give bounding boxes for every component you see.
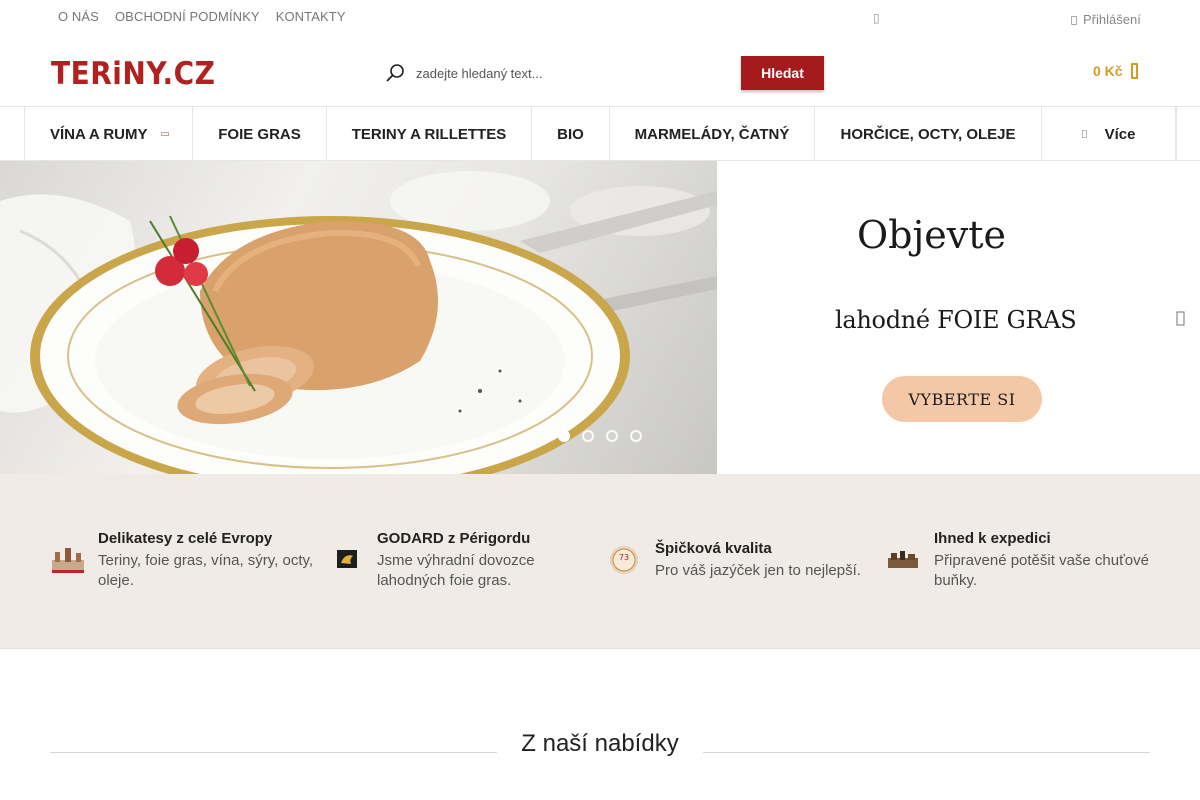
nav-more-label: Více bbox=[1104, 125, 1136, 143]
login-link[interactable]: Přihlášení bbox=[1071, 12, 1141, 27]
benefit-text: Pro váš jazýček jen to nejlepší. bbox=[655, 562, 861, 579]
hero-headline: Objevte bbox=[857, 213, 1006, 257]
top-link-about[interactable]: O NÁS bbox=[58, 9, 99, 24]
benefit-title: Špičková kvalita bbox=[655, 540, 772, 557]
godard-logo-icon bbox=[337, 550, 357, 568]
carousel-dot-4[interactable] bbox=[630, 430, 642, 442]
carousel-dot-3[interactable] bbox=[606, 430, 618, 442]
nav-item-more[interactable]: Více bbox=[1042, 107, 1176, 161]
hero-carousel: Objevte lahodné FOIE GRAS VYBERTE SI bbox=[0, 161, 1200, 474]
nav-item-jams[interactable]: MARMELÁDY, ČATNÝ bbox=[610, 107, 815, 161]
benefit-title: Delikatesy z celé Evropy bbox=[98, 530, 273, 547]
nav-item-wines[interactable]: VÍNA A RUMY bbox=[24, 107, 193, 161]
more-icon bbox=[1081, 130, 1087, 138]
cart-amount: 0 Kč bbox=[1093, 63, 1123, 79]
hero-image bbox=[0, 161, 717, 474]
site-logo[interactable]: TERiNY.CZ bbox=[51, 55, 215, 92]
carousel-dot-1[interactable] bbox=[558, 430, 570, 442]
nav-item-label: FOIE GRAS bbox=[218, 125, 301, 143]
nav-item-label: HORČICE, OCTY, OLEJE bbox=[840, 125, 1016, 143]
nav-item-label: MARMELÁDY, ČATNÝ bbox=[634, 125, 790, 143]
nav-item-foie-gras[interactable]: FOIE GRAS bbox=[193, 107, 327, 161]
products-icon bbox=[888, 551, 918, 568]
info-icon[interactable]: ▯ bbox=[873, 11, 880, 25]
castle-icon bbox=[52, 548, 84, 573]
benefit-text: Teriny, foie gras, vína, sýry, octy, ole… bbox=[98, 552, 314, 589]
nav-item-label: VÍNA A RUMY bbox=[50, 125, 148, 143]
carousel-dots bbox=[558, 430, 642, 442]
hero-subline: lahodné FOIE GRAS bbox=[835, 306, 1077, 334]
top-bar: O NÁS OBCHODNÍ PODMÍNKY KONTAKTY ▯ Přihl… bbox=[0, 0, 1200, 38]
benefit-title: Ihned k expedici bbox=[934, 530, 1051, 547]
main-nav: VÍNA A RUMY FOIE GRAS TERINY A RILLETTES… bbox=[0, 106, 1200, 161]
nav-item-terrines[interactable]: TERINY A RILLETTES bbox=[327, 107, 532, 161]
search-button[interactable]: Hledat bbox=[741, 56, 824, 90]
hero-cta-button[interactable]: VYBERTE SI bbox=[882, 376, 1042, 422]
section-title: Z naší nabídky bbox=[521, 730, 679, 757]
lock-icon bbox=[1071, 15, 1077, 25]
carousel-dot-2[interactable] bbox=[582, 430, 594, 442]
nav-item-mustards[interactable]: HORČICE, OCTY, OLEJE bbox=[815, 107, 1042, 161]
quality-badge-text: 73 bbox=[619, 553, 629, 562]
search-input[interactable] bbox=[416, 62, 726, 84]
quality-badge-icon: 73 bbox=[610, 546, 638, 574]
top-links: O NÁS OBCHODNÍ PODMÍNKY KONTAKTY bbox=[58, 9, 346, 24]
login-label: Přihlášení bbox=[1083, 12, 1141, 27]
cart-icon bbox=[1130, 63, 1138, 79]
nav-edge bbox=[1176, 107, 1200, 161]
benefit-text: Připravené potěšit vaše chuťové buňky. bbox=[934, 552, 1149, 589]
search-icon bbox=[386, 64, 404, 82]
benefits-strip: Delikatesy z celé Evropy Teriny, foie gr… bbox=[0, 474, 1200, 649]
chevron-right-icon[interactable] bbox=[1176, 311, 1186, 327]
benefit-text: Jsme výhradní dovozce lahodných foie gra… bbox=[377, 552, 535, 589]
nav-item-label: TERINY A RILLETTES bbox=[351, 125, 507, 143]
top-link-terms[interactable]: OBCHODNÍ PODMÍNKY bbox=[115, 9, 260, 24]
benefit-title: GODARD z Périgordu bbox=[377, 530, 531, 547]
search-bar bbox=[386, 58, 736, 88]
top-link-contacts[interactable]: KONTAKTY bbox=[276, 9, 346, 24]
nav-item-label: BIO bbox=[557, 125, 584, 143]
cart-button[interactable]: 0 Kč bbox=[1093, 63, 1138, 79]
chevron-down-icon bbox=[160, 132, 169, 136]
nav-item-bio[interactable]: BIO bbox=[532, 107, 610, 161]
foie-gras-plate-image bbox=[0, 171, 717, 474]
